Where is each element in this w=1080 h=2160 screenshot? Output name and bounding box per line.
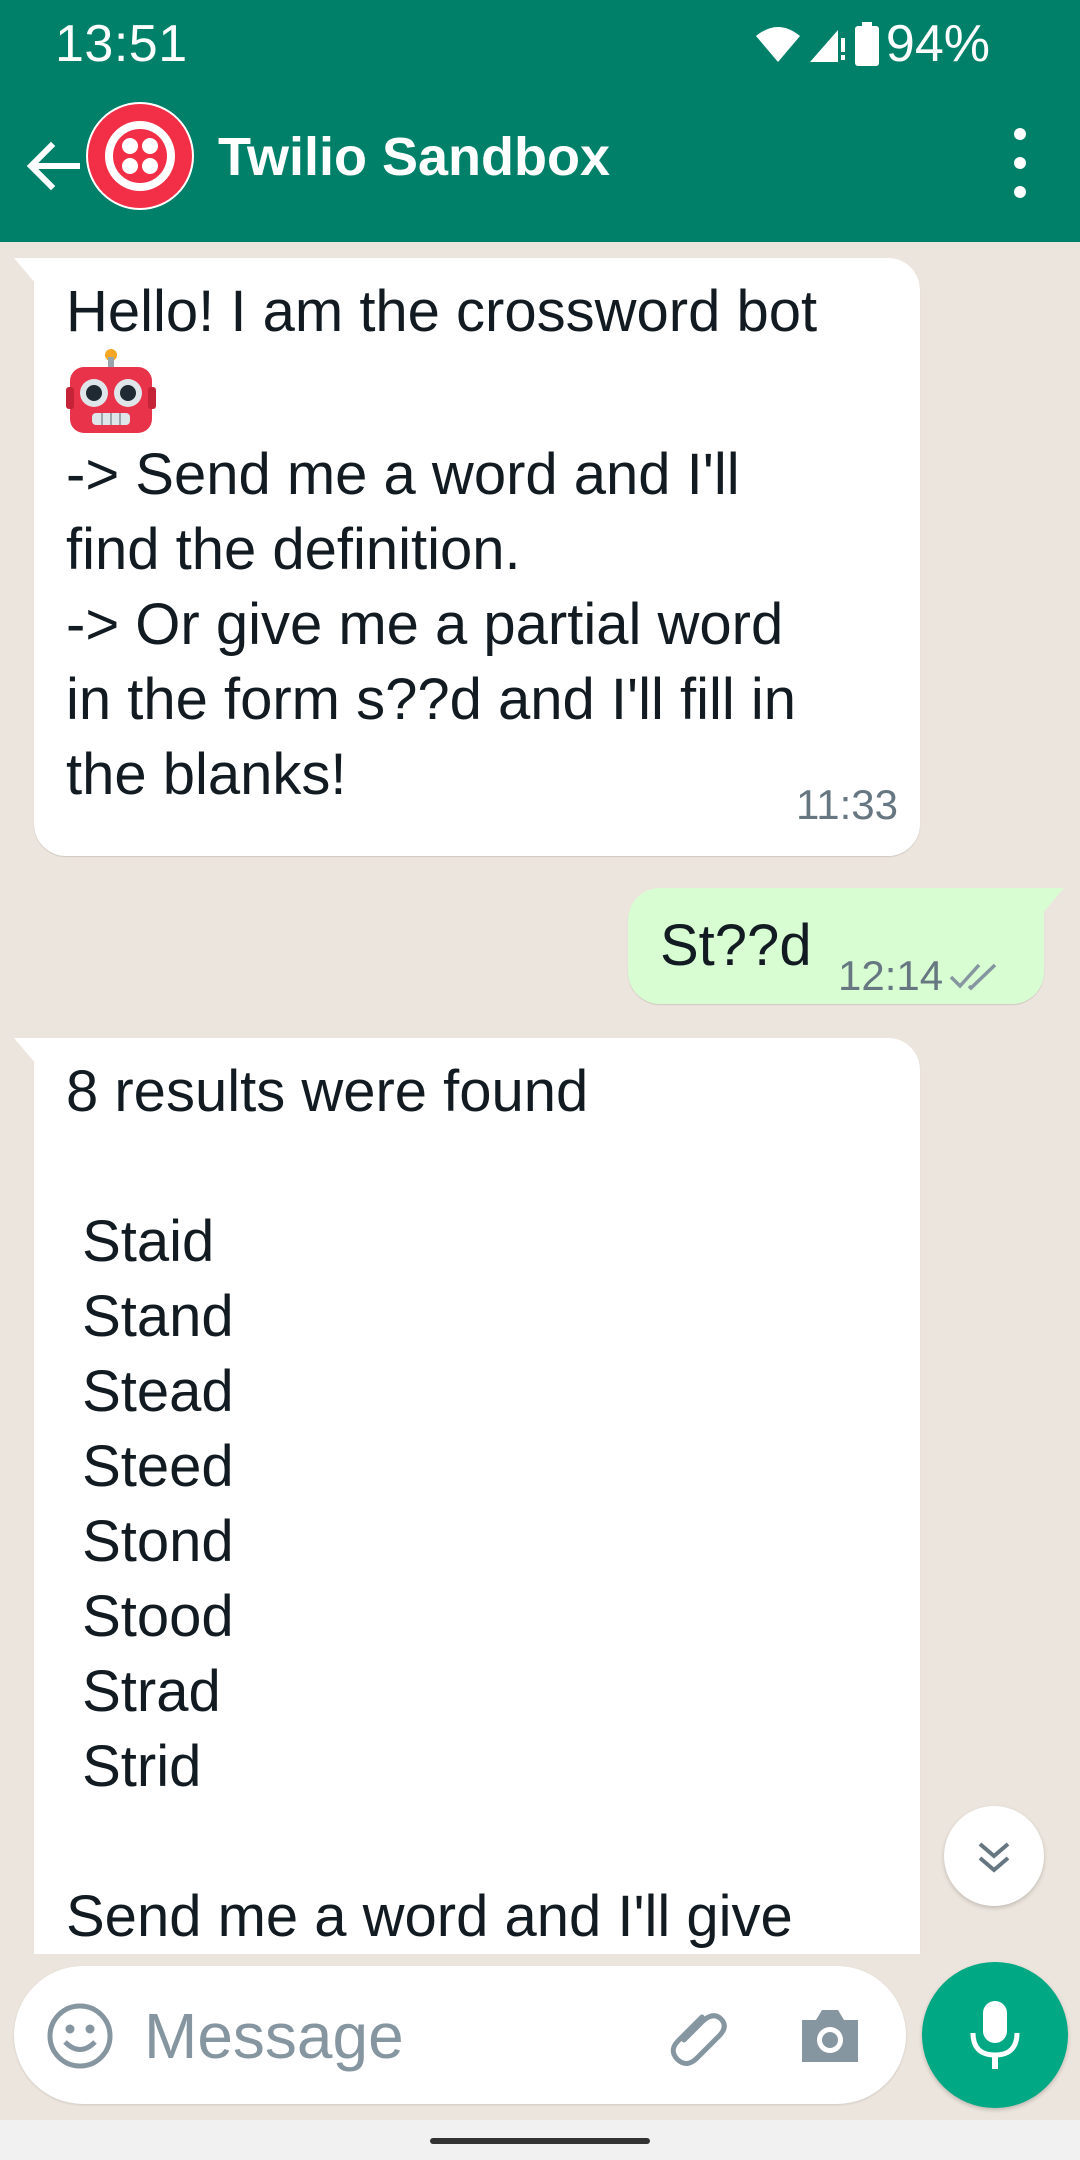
message-line: in the form s??d and I'll fill in	[66, 667, 796, 732]
battery-percentage: 94%	[885, 15, 990, 73]
camera-icon[interactable]	[796, 2004, 864, 2068]
dot	[1014, 186, 1026, 198]
chat-area[interactable]: Hello! I am the crossword bot -> Send me…	[0, 242, 1080, 1954]
avatar[interactable]	[86, 102, 194, 210]
message-line: the blanks!	[66, 742, 347, 807]
message-line	[66, 1804, 890, 1879]
message-line: Stood	[66, 1584, 234, 1649]
message-composer	[14, 1966, 906, 2104]
bubble-tail	[14, 1038, 36, 1064]
double-check-icon	[949, 963, 997, 990]
message-line: Strad	[66, 1659, 221, 1724]
wifi-icon	[755, 27, 800, 62]
bubble-tail	[1042, 888, 1064, 914]
status-indicators: 94%	[754, 14, 990, 74]
status-time: 13:51	[55, 15, 188, 73]
message-line: Hello! I am the crossword bot	[66, 279, 818, 344]
message-time: 12:14	[838, 952, 944, 999]
microphone-icon	[970, 2001, 1020, 2069]
message-line	[66, 1129, 890, 1204]
message-line: Stand	[66, 1284, 234, 1349]
chat-header[interactable]: Twilio Sandbox	[0, 88, 1080, 242]
top-app-bar: 13:51 94% Twilio Sandbox	[0, 0, 1080, 242]
scroll-to-bottom-button[interactable]	[944, 1806, 1044, 1906]
message-line: Stead	[66, 1359, 234, 1424]
incoming-message[interactable]: Hello! I am the crossword bot -> Send me…	[14, 258, 920, 856]
message-line: -> Send me a word and I'll	[66, 442, 740, 507]
dot	[1014, 128, 1026, 140]
message-time: 11:33	[796, 781, 898, 828]
outgoing-message[interactable]: St??d 12:14	[628, 888, 1064, 1004]
system-navigation-bar	[0, 2120, 1080, 2160]
twilio-logo-icon	[88, 104, 192, 208]
message-text: St??d	[660, 913, 812, 978]
battery-icon	[854, 22, 879, 66]
message-line: Stond	[66, 1509, 234, 1574]
cell-signal-icon	[809, 30, 845, 62]
message-line: Steed	[66, 1434, 234, 1499]
message-line: Send me a word and I'll give	[66, 1884, 793, 1949]
back-button[interactable]	[18, 126, 88, 206]
message-line: Staid	[66, 1209, 215, 1274]
arrow-left-icon	[26, 141, 80, 191]
message-line: Strid	[66, 1734, 202, 1799]
status-bar: 13:51 94%	[0, 0, 1080, 88]
message-meta: 12:14	[838, 938, 999, 1013]
message-line: -> Or give me a partial word	[66, 592, 784, 657]
chevron-double-down-icon	[978, 1842, 1010, 1873]
paperclip-icon[interactable]	[664, 2002, 734, 2072]
emoji-icon[interactable]	[46, 2002, 114, 2070]
message-line: find the definition.	[66, 517, 521, 582]
message-input[interactable]	[144, 1996, 644, 2076]
robot-face-icon	[66, 349, 156, 433]
microphone-button[interactable]	[922, 1962, 1068, 2108]
overflow-menu-button[interactable]	[1000, 128, 1040, 198]
dot	[1014, 157, 1026, 169]
bubble-tail	[14, 258, 36, 284]
home-gesture-handle[interactable]	[430, 2138, 650, 2144]
message-line: 8 results were found	[66, 1059, 589, 1124]
contact-name[interactable]: Twilio Sandbox	[218, 126, 610, 188]
incoming-message[interactable]: 8 results were found Staid Stand Stead S…	[14, 1038, 920, 1954]
